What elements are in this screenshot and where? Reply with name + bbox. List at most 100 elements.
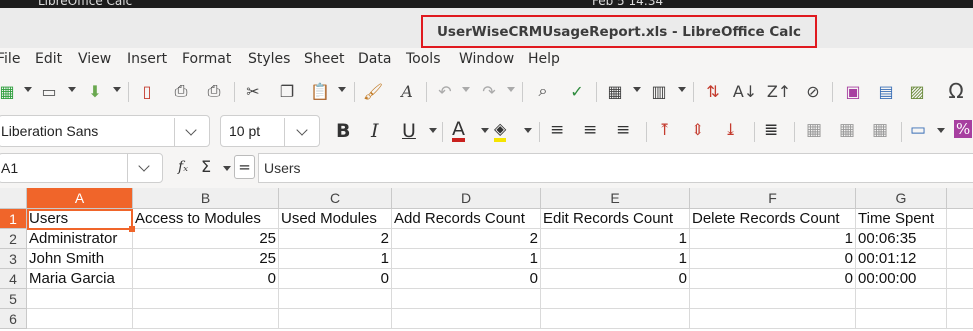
cell-h4[interactable] xyxy=(947,269,973,289)
cell-b2[interactable]: 25 xyxy=(133,229,279,249)
cell-g3[interactable]: 00:01:12 xyxy=(856,249,947,269)
cell-e3[interactable]: 1 xyxy=(541,249,690,269)
cell-c6[interactable] xyxy=(279,309,392,329)
sum-dropdown-icon[interactable] xyxy=(223,166,231,171)
cell-d5[interactable] xyxy=(392,289,541,309)
cell-f2[interactable]: 1 xyxy=(690,229,856,249)
cell-e1[interactable]: Edit Records Count xyxy=(541,209,690,229)
cell-g1[interactable]: Time Spent xyxy=(856,209,947,229)
column-header-b[interactable]: B xyxy=(133,188,279,209)
undo-dropdown-icon[interactable] xyxy=(462,87,470,92)
unmerge-icon[interactable]: ▦ xyxy=(872,120,888,140)
paste-icon[interactable]: 📋 xyxy=(309,80,331,102)
column-header-c[interactable]: C xyxy=(279,188,392,209)
chart-icon[interactable]: ▤ xyxy=(875,80,897,102)
cell-d1[interactable]: Add Records Count xyxy=(392,209,541,229)
cell-d2[interactable]: 2 xyxy=(392,229,541,249)
menu-file[interactable]: File xyxy=(0,51,20,67)
spelling-icon[interactable]: ✓ xyxy=(566,80,588,102)
highlight-dropdown-icon[interactable] xyxy=(524,128,532,133)
cell-a5[interactable] xyxy=(27,289,133,309)
cell-a2[interactable]: Administrator xyxy=(27,229,133,249)
cell-b6[interactable] xyxy=(133,309,279,329)
chevron-down-icon[interactable] xyxy=(296,124,308,136)
menu-view[interactable]: View xyxy=(78,51,111,67)
row-header-1[interactable]: 1 xyxy=(0,209,27,229)
formula-input[interactable]: Users xyxy=(258,153,973,183)
cell-e5[interactable] xyxy=(541,289,690,309)
cell-e6[interactable] xyxy=(541,309,690,329)
formula-icon[interactable]: = xyxy=(234,155,255,179)
save-dropdown-icon[interactable] xyxy=(113,87,121,92)
cell-h3[interactable] xyxy=(947,249,973,269)
cell-f5[interactable] xyxy=(690,289,856,309)
number-format-icon[interactable]: ▭ xyxy=(910,120,926,140)
cell-b5[interactable] xyxy=(133,289,279,309)
cell-d4[interactable]: 0 xyxy=(392,269,541,289)
cell-h6[interactable] xyxy=(947,309,973,329)
cell-d6[interactable] xyxy=(392,309,541,329)
cell-b3[interactable]: 25 xyxy=(133,249,279,269)
cell-g2[interactable]: 00:06:35 xyxy=(856,229,947,249)
align-right-icon[interactable]: ≡ xyxy=(616,120,630,140)
column-dropdown-icon[interactable] xyxy=(678,87,686,92)
row-icon[interactable]: ▦ xyxy=(604,80,626,102)
underline-icon[interactable]: U xyxy=(402,120,416,142)
italic-icon[interactable]: I xyxy=(371,120,379,142)
cell-a6[interactable] xyxy=(27,309,133,329)
font-size-combobox[interactable]: 10 pt xyxy=(220,115,320,147)
cell-e4[interactable]: 0 xyxy=(541,269,690,289)
menu-data[interactable]: Data xyxy=(358,51,391,67)
undo-icon[interactable]: ↶ xyxy=(434,80,456,102)
pivot-icon[interactable]: ▨ xyxy=(906,80,928,102)
function-wizard-icon[interactable]: fₓ xyxy=(178,159,188,175)
wrap-text-icon[interactable]: ≣ xyxy=(764,120,778,140)
autofilter-icon[interactable]: ⊘ xyxy=(802,80,824,102)
row-header-2[interactable]: 2 xyxy=(0,229,27,249)
select-all-corner[interactable] xyxy=(0,188,27,209)
column-header-g[interactable]: G xyxy=(856,188,947,209)
merge-center-icon[interactable]: ▦ xyxy=(839,120,855,140)
cut-icon[interactable]: ✂ xyxy=(242,80,264,102)
bold-icon[interactable]: B xyxy=(336,120,350,142)
open-icon[interactable]: ▭ xyxy=(38,80,60,102)
cell-c5[interactable] xyxy=(279,289,392,309)
cell-g6[interactable] xyxy=(856,309,947,329)
row-header-4[interactable]: 4 xyxy=(0,269,27,289)
menu-styles[interactable]: Styles xyxy=(248,51,290,67)
align-top-icon[interactable]: ⤒ xyxy=(658,120,671,139)
cell-g5[interactable] xyxy=(856,289,947,309)
column-icon[interactable]: ▥ xyxy=(648,80,670,102)
font-color-icon[interactable]: A xyxy=(452,120,465,142)
cell-e2[interactable]: 1 xyxy=(541,229,690,249)
cell-h1[interactable] xyxy=(947,209,973,229)
underline-dropdown-icon[interactable] xyxy=(429,128,437,133)
new-icon[interactable]: ▦ xyxy=(0,80,18,102)
column-header-d[interactable]: D xyxy=(392,188,541,209)
menu-tools[interactable]: Tools xyxy=(406,51,441,67)
row-header-6[interactable]: 6 xyxy=(0,309,27,329)
cell-f3[interactable]: 0 xyxy=(690,249,856,269)
redo-icon[interactable]: ↷ xyxy=(478,80,500,102)
open-dropdown-icon[interactable] xyxy=(68,87,76,92)
cell-b4[interactable]: 0 xyxy=(133,269,279,289)
menu-window[interactable]: Window xyxy=(459,51,514,67)
font-color-dropdown-icon[interactable] xyxy=(481,128,489,133)
menu-format[interactable]: Format xyxy=(182,51,231,67)
align-bottom-icon[interactable]: ⤓ xyxy=(724,120,737,139)
cell-c3[interactable]: 1 xyxy=(279,249,392,269)
menu-help[interactable]: Help xyxy=(528,51,560,67)
column-header-h[interactable] xyxy=(947,188,973,209)
cell-a1[interactable]: Users xyxy=(27,209,133,229)
row-dropdown-icon[interactable] xyxy=(633,87,641,92)
print-preview-icon[interactable]: ⎙ xyxy=(203,80,225,102)
chevron-down-icon[interactable] xyxy=(185,124,197,136)
cell-a4[interactable]: Maria Garcia xyxy=(27,269,133,289)
menu-sheet[interactable]: Sheet xyxy=(304,51,344,67)
align-center-icon[interactable]: ≡ xyxy=(583,120,597,140)
spreadsheet-grid[interactable]: A B C D E F G 1 2 3 4 5 6 Users Access t… xyxy=(0,188,973,331)
name-box[interactable]: A1 xyxy=(0,153,163,183)
percent-format-icon[interactable]: % xyxy=(954,120,973,138)
cell-g4[interactable]: 00:00:00 xyxy=(856,269,947,289)
cell-c1[interactable]: Used Modules xyxy=(279,209,392,229)
